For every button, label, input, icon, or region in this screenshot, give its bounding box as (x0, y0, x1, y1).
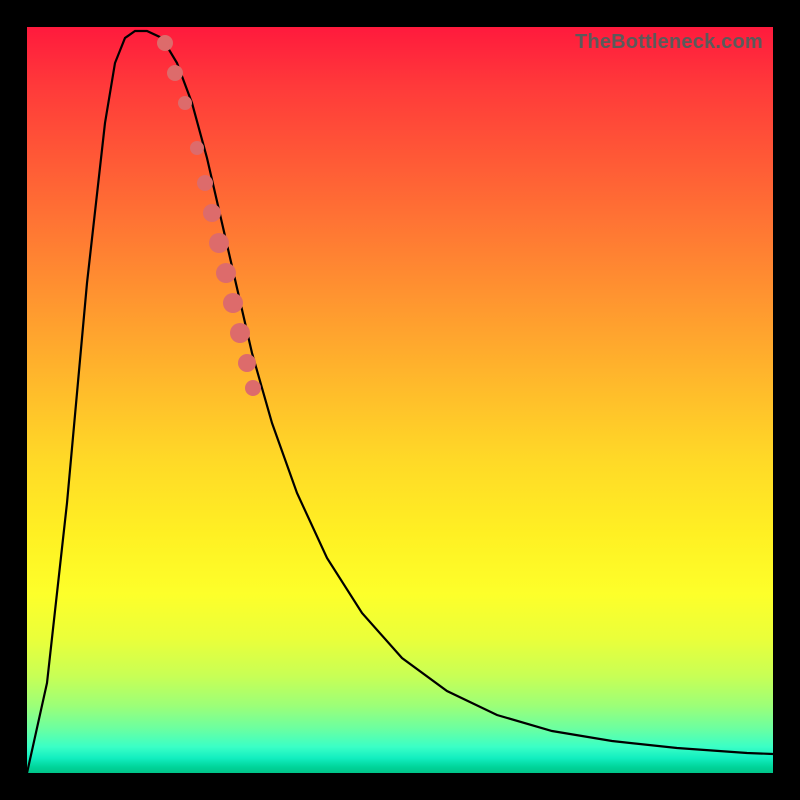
data-marker (223, 293, 243, 313)
data-marker (238, 354, 256, 372)
data-marker (157, 35, 173, 51)
data-marker (230, 323, 250, 343)
data-marker (216, 263, 236, 283)
data-marker (209, 233, 229, 253)
data-marker (197, 175, 213, 191)
data-marker (245, 380, 261, 396)
bottleneck-curve (27, 31, 773, 773)
chart-frame: TheBottleneck.com (0, 0, 800, 800)
marker-group (157, 35, 261, 396)
plot-area: TheBottleneck.com (27, 27, 773, 773)
data-marker (178, 96, 192, 110)
data-marker (203, 204, 221, 222)
data-marker (167, 65, 183, 81)
curve-svg (27, 27, 773, 773)
data-marker (190, 141, 204, 155)
